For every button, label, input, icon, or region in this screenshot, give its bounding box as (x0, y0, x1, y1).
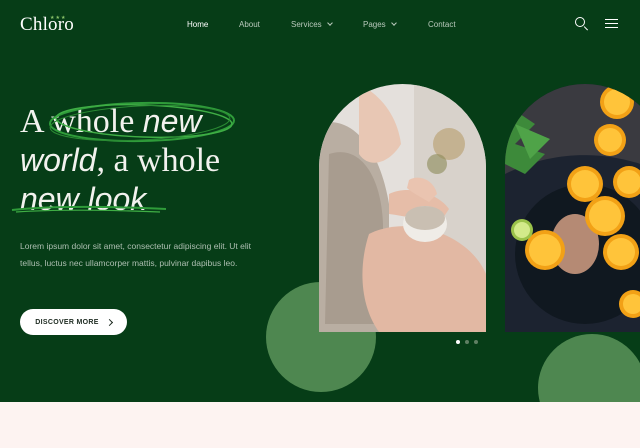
hero-headline: A whole new world, a whole new look (20, 102, 220, 219)
chevron-down-icon (390, 20, 397, 26)
nav-home[interactable]: Home (187, 20, 208, 29)
menu-icon[interactable] (605, 17, 619, 31)
nav-home-label: Home (187, 20, 209, 29)
nav-pages-label: Pages (363, 20, 386, 29)
headline-text: , a whole (96, 142, 221, 179)
headline-text: A (20, 103, 52, 140)
search-icon[interactable] (575, 17, 589, 31)
headline-italic-text: new look (20, 181, 147, 217)
nav-contact[interactable]: Contact (428, 20, 456, 29)
slider-dot[interactable] (465, 340, 469, 344)
headline-italic-text: new (142, 103, 202, 139)
chevron-down-icon (326, 20, 333, 26)
slider-dot[interactable] (456, 340, 460, 344)
slider-dot[interactable] (474, 340, 478, 344)
nav-services[interactable]: Services (291, 20, 333, 29)
headline-italic-text: world (20, 142, 97, 178)
hero-image-citrus-bath (505, 84, 640, 332)
slider-pagination (456, 340, 478, 344)
hero-image-skincare (319, 84, 486, 332)
chevron-right-icon (105, 318, 113, 326)
main-nav: Home About Services Pages Contact (0, 20, 640, 32)
headline-text: whole (51, 103, 135, 140)
decorative-circle (538, 334, 640, 402)
nav-pages[interactable]: Pages (363, 20, 397, 29)
nav-contact-label: Contact (428, 20, 456, 29)
nav-services-label: Services (291, 20, 322, 29)
discover-more-button[interactable]: DISCOVER MORE (20, 309, 127, 335)
hero-section: Chloro ★★★ Home About Services Pages Con… (0, 0, 640, 402)
hero-description: Lorem ipsum dolor sit amet, consectetur … (20, 241, 252, 268)
next-section (0, 402, 640, 448)
nav-about-label: About (239, 20, 260, 29)
nav-about[interactable]: About (239, 20, 260, 29)
discover-more-label: DISCOVER MORE (35, 318, 99, 326)
